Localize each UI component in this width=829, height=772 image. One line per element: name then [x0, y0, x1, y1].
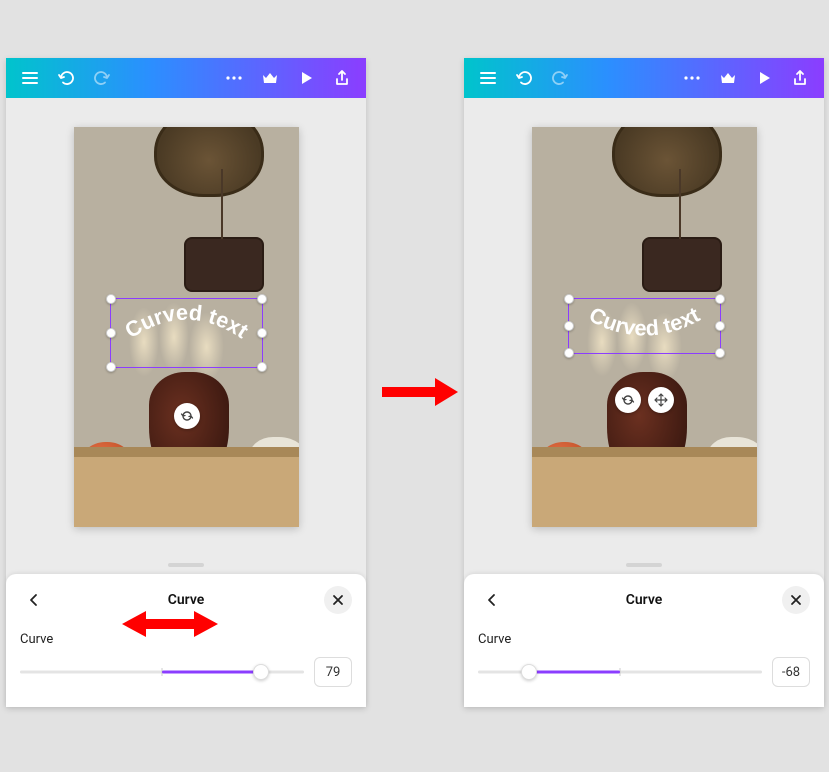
- chevron-left-icon: [27, 593, 41, 607]
- menu-button[interactable]: [472, 62, 504, 94]
- premium-button[interactable]: [712, 62, 744, 94]
- resize-handle-bl[interactable]: [564, 348, 574, 358]
- resize-handle-mr[interactable]: [257, 328, 267, 338]
- resize-handle-bl[interactable]: [106, 362, 116, 372]
- resize-handle-mr[interactable]: [715, 321, 725, 331]
- resize-handle-tr[interactable]: [715, 294, 725, 304]
- crown-icon: [260, 68, 280, 88]
- undo-button[interactable]: [50, 62, 82, 94]
- phone-left: Curved text Curve Curve: [6, 58, 366, 707]
- rotate-button[interactable]: [174, 403, 200, 429]
- close-icon: [332, 594, 344, 606]
- resize-handle-tl[interactable]: [106, 294, 116, 304]
- move-button[interactable]: [648, 387, 674, 413]
- share-icon: [791, 69, 809, 87]
- play-button[interactable]: [748, 62, 780, 94]
- back-button[interactable]: [478, 586, 506, 614]
- back-button[interactable]: [20, 586, 48, 614]
- chevron-left-icon: [485, 593, 499, 607]
- close-icon: [790, 594, 802, 606]
- sheet-title: Curve: [626, 592, 663, 608]
- move-icon: [654, 393, 668, 407]
- redo-icon: [92, 68, 112, 88]
- design-canvas[interactable]: Curved text: [74, 127, 299, 527]
- play-icon: [297, 69, 315, 87]
- undo-icon: [514, 68, 534, 88]
- more-button[interactable]: [676, 62, 708, 94]
- slider-thumb[interactable]: [521, 664, 537, 680]
- ellipsis-icon: [682, 68, 702, 88]
- text-content[interactable]: Curved text: [585, 302, 703, 341]
- canvas-area[interactable]: Curved text: [464, 98, 824, 556]
- slider-label: Curve: [20, 632, 352, 647]
- curve-value[interactable]: -68: [772, 657, 810, 687]
- svg-text:Curved text: Curved text: [585, 302, 703, 341]
- curve-sheet: Curve Curve -68: [464, 574, 824, 707]
- resize-handle-ml[interactable]: [564, 321, 574, 331]
- sheet-handle[interactable]: [464, 556, 824, 574]
- text-selection-box[interactable]: Curved text: [110, 298, 263, 368]
- design-canvas[interactable]: Curved text: [532, 127, 757, 527]
- phone-right: Curved text Curve: [464, 58, 824, 707]
- play-button[interactable]: [290, 62, 322, 94]
- top-toolbar: [464, 58, 824, 98]
- resize-handle-tl[interactable]: [564, 294, 574, 304]
- share-button[interactable]: [326, 62, 358, 94]
- close-button[interactable]: [324, 586, 352, 614]
- rotate-icon: [180, 409, 194, 423]
- sheet-title: Curve: [168, 592, 205, 608]
- share-icon: [333, 69, 351, 87]
- sheet-handle[interactable]: [6, 556, 366, 574]
- close-button[interactable]: [782, 586, 810, 614]
- svg-text:Curved text: Curved text: [120, 300, 253, 344]
- redo-button[interactable]: [544, 62, 576, 94]
- menu-button[interactable]: [14, 62, 46, 94]
- resize-handle-ml[interactable]: [106, 328, 116, 338]
- curve-sheet: Curve Curve 79: [6, 574, 366, 707]
- undo-button[interactable]: [508, 62, 540, 94]
- transition-arrow-icon: [380, 374, 460, 410]
- curve-value[interactable]: 79: [314, 657, 352, 687]
- ellipsis-icon: [224, 68, 244, 88]
- curve-slider[interactable]: [20, 662, 304, 682]
- redo-button[interactable]: [86, 62, 118, 94]
- slider-label: Curve: [478, 632, 810, 647]
- text-selection-box[interactable]: Curved text: [568, 298, 721, 354]
- hamburger-icon: [21, 69, 39, 87]
- resize-handle-tr[interactable]: [257, 294, 267, 304]
- redo-icon: [550, 68, 570, 88]
- rotate-icon: [621, 393, 635, 407]
- rotate-button[interactable]: [615, 387, 641, 413]
- curved-text-element[interactable]: Curved text: [569, 299, 720, 354]
- slider-thumb[interactable]: [253, 664, 269, 680]
- premium-button[interactable]: [254, 62, 286, 94]
- crown-icon: [718, 68, 738, 88]
- text-content[interactable]: Curved text: [120, 300, 253, 344]
- curve-slider[interactable]: [478, 662, 762, 682]
- play-icon: [755, 69, 773, 87]
- more-button[interactable]: [218, 62, 250, 94]
- share-button[interactable]: [784, 62, 816, 94]
- curved-text-element[interactable]: Curved text: [111, 299, 262, 368]
- undo-icon: [56, 68, 76, 88]
- hamburger-icon: [479, 69, 497, 87]
- canvas-area[interactable]: Curved text: [6, 98, 366, 556]
- resize-handle-br[interactable]: [715, 348, 725, 358]
- resize-handle-br[interactable]: [257, 362, 267, 372]
- top-toolbar: [6, 58, 366, 98]
